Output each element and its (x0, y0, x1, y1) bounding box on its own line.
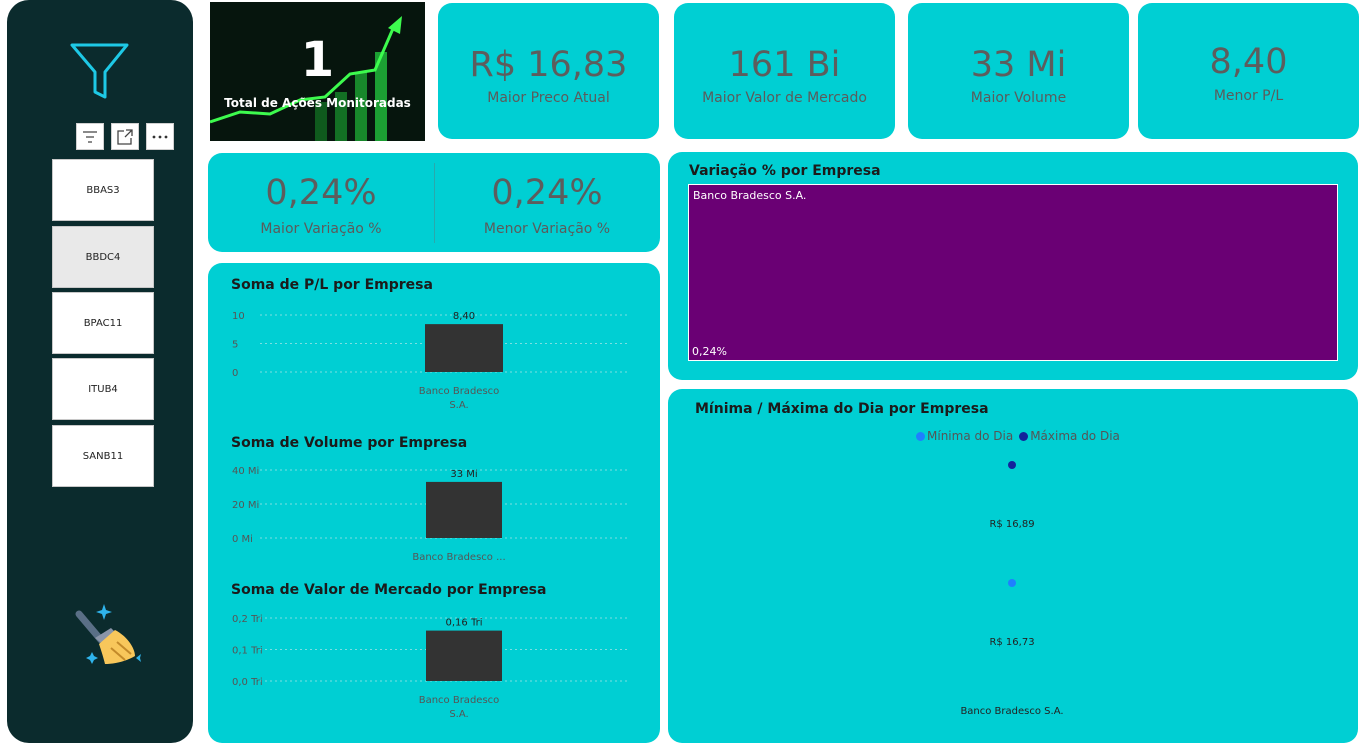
chart-title-pl: Soma de P/L por Empresa (231, 277, 433, 293)
bar-chart-pl: 10 5 0 8,40 Banco Bradesco S.A. (232, 311, 628, 411)
data-label: 8,40 (453, 311, 475, 322)
bar[interactable] (425, 324, 503, 372)
chart-title-variacao: Variação % por Empresa (689, 163, 881, 179)
max-variation-label: Maior Variação % (260, 221, 382, 237)
kpi-label: Menor P/L (1213, 88, 1284, 104)
funnel-icon (70, 43, 129, 99)
expand-icon (117, 128, 133, 145)
focus-mode-button[interactable] (111, 123, 139, 150)
filter-lines-icon (83, 130, 97, 143)
y-tick-label: 0 Mi (232, 534, 253, 545)
treemap-tile-value: 0,24% (692, 345, 727, 358)
kpi-card-maior-preco: R$ 16,83 Maior Preco Atual (438, 3, 659, 139)
bar-chart-volume: 40 Mi 20 Mi 0 Mi 33 Mi Banco Bradesco ... (232, 466, 628, 563)
slicer-item-bbas3[interactable]: BBAS3 (52, 159, 154, 221)
legend-swatch-min (916, 431, 925, 441)
chart-title-volume: Soma de Volume por Empresa (231, 435, 468, 451)
max-variation-value: 0,24% (265, 173, 377, 213)
y-tick-label: 0,0 Tri (232, 677, 263, 688)
treemap-tile-label: Banco Bradesco S.A. (693, 189, 807, 202)
min-max-card: Mínima / Máxima do Dia por Empresa Mínim… (668, 389, 1358, 743)
chart-title-min-max: Mínima / Máxima do Dia por Empresa (695, 401, 989, 417)
x-tick-label: Banco Bradesco (419, 695, 500, 706)
bar-chart-valor-mercado: 0,2 Tri 0,1 Tri 0,0 Tri 0,16 Tri Banco Brade… (232, 614, 628, 720)
chart-title-valor-mercado: Soma de Valor de Mercado por Empresa (231, 582, 547, 598)
y-tick-label: 0,2 Tri (232, 614, 263, 625)
x-tick-label: S.A. (449, 400, 468, 411)
hero-value: 1 (300, 32, 335, 88)
scatter-chart-min-max: R$ 16,73 R$ 16,89 Banco Bradesco S.A. (960, 461, 1064, 717)
point-data-label: R$ 16,73 (989, 637, 1034, 648)
hero-kpi-card: 1 Total de Ações Monitoradas (210, 2, 425, 141)
scatter-point[interactable] (1008, 461, 1016, 469)
bar[interactable] (426, 481, 502, 538)
y-tick-label: 5 (232, 340, 238, 351)
variation-card: 0,24% Maior Variação % 0,24% Menor Varia… (208, 153, 660, 252)
ellipsis-icon (152, 135, 168, 138)
scatter-point[interactable] (1008, 579, 1016, 587)
data-label: 33 Mi (450, 469, 477, 480)
point-data-label: R$ 16,89 (989, 519, 1034, 530)
kpi-label: Maior Valor de Mercado (702, 90, 867, 106)
slicer-item-sanb11[interactable]: SANB11 (52, 425, 154, 487)
bar-charts-card: Soma de P/L por Empresa 10 5 0 8,40 Banco Br… (208, 263, 660, 743)
x-tick-label: Banco Bradesco ... (412, 552, 505, 563)
y-tick-label: 0 (232, 368, 238, 379)
y-tick-label: 0,1 Tri (232, 646, 263, 657)
kpi-value: 8,40 (1209, 42, 1288, 82)
slicer-item-bpac11[interactable]: BPAC11 (52, 292, 154, 354)
legend-label-min: Mínima do Dia (927, 429, 1014, 443)
kpi-value: 33 Mi (970, 45, 1067, 85)
min-variation-label: Menor Variação % (483, 221, 611, 237)
filter-options-button[interactable] (76, 123, 104, 150)
legend-label-max: Máxima do Dia (1030, 429, 1120, 443)
kpi-label: Maior Volume (970, 90, 1067, 106)
hero-label: Total de Ações Monitoradas (224, 96, 411, 110)
x-tick-label: S.A. (449, 709, 468, 720)
y-tick-label: 20 Mi (232, 500, 259, 511)
min-variation-value: 0,24% (491, 173, 603, 213)
slicer-item-bbdc4[interactable]: BBDC4 (52, 226, 154, 288)
kpi-card-menor-pl: 8,40 Menor P/L (1138, 3, 1359, 139)
kpi-card-maior-volume: 33 Mi Maior Volume (908, 3, 1129, 139)
legend-swatch-max (1019, 431, 1029, 441)
filter-sidebar: BBAS3 BBDC4 BPAC11 ITUB4 SANB11 (7, 0, 193, 743)
kpi-label: Maior Preco Atual (487, 90, 610, 106)
data-label: 0,16 Tri (446, 618, 483, 629)
treemap-card: Variação % por Empresa Banco Bradesco S.… (668, 152, 1358, 380)
slicer-item-itub4[interactable]: ITUB4 (52, 358, 154, 420)
treemap-tile[interactable]: Banco Bradesco S.A. 0,24% (688, 184, 1338, 361)
kpi-value: 161 Bi (728, 45, 841, 85)
more-options-button[interactable] (146, 123, 174, 150)
x-tick-label: Banco Bradesco S.A. (960, 706, 1063, 717)
kpi-value: R$ 16,83 (469, 45, 628, 85)
y-tick-label: 10 (232, 311, 245, 322)
bar[interactable] (426, 630, 502, 681)
chart-legend: Mínima do Dia Máxima do Dia (916, 429, 1120, 443)
x-tick-label: Banco Bradesco (419, 386, 500, 397)
y-tick-label: 40 Mi (232, 466, 259, 477)
kpi-card-maior-valor-mercado: 161 Bi Maior Valor de Mercado (674, 3, 895, 139)
clear-filters-broom-icon[interactable] (69, 600, 141, 672)
